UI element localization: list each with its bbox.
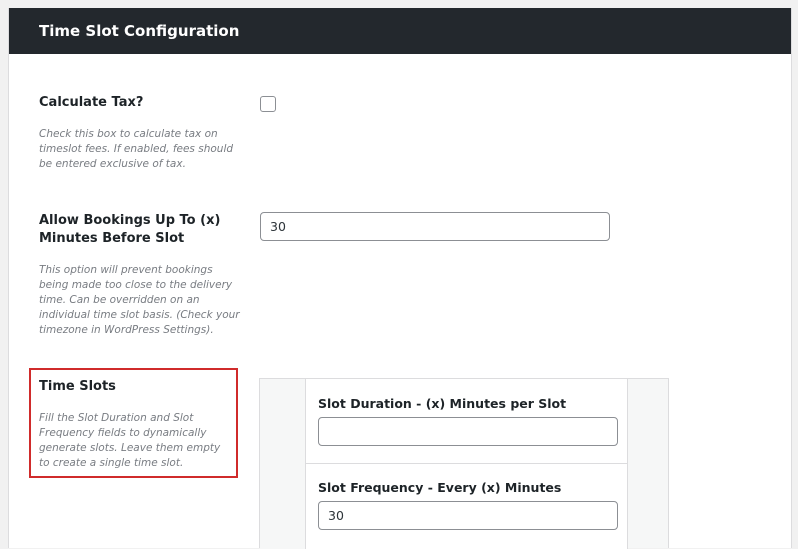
allow-bookings-label: Allow Bookings Up To (x) Minutes Before …: [39, 213, 221, 246]
time-slots-handle-column: [260, 379, 305, 549]
time-slots-description: Fill the Slot Duration and Slot Frequenc…: [39, 412, 221, 469]
calculate-tax-checkbox[interactable]: [260, 96, 276, 112]
slot-frequency-label: Slot Frequency - Every (x) Minutes: [318, 480, 562, 495]
panel-header: Time Slot Configuration: [9, 8, 791, 54]
calculate-tax-label: Calculate Tax?: [39, 95, 144, 110]
calculate-tax-description: Check this box to calculate tax on times…: [39, 128, 234, 170]
allow-bookings-input[interactable]: [260, 212, 610, 241]
slot-duration-label: Slot Duration - (x) Minutes per Slot: [318, 396, 567, 411]
time-slots-label: Time Slots: [39, 379, 116, 394]
panel-title: Time Slot Configuration: [39, 22, 240, 40]
time-slots-fields-column: Slot Duration - (x) Minutes per Slot Slo…: [305, 379, 628, 549]
slots-divider: [306, 463, 627, 464]
settings-panel: Time Slot Configuration Calculate Tax? C…: [8, 8, 792, 549]
slot-duration-input[interactable]: [318, 417, 618, 446]
allow-bookings-description: This option will prevent bookings being …: [39, 264, 240, 336]
time-slots-table: Slot Duration - (x) Minutes per Slot Slo…: [259, 378, 669, 549]
slot-frequency-input[interactable]: [318, 501, 618, 530]
